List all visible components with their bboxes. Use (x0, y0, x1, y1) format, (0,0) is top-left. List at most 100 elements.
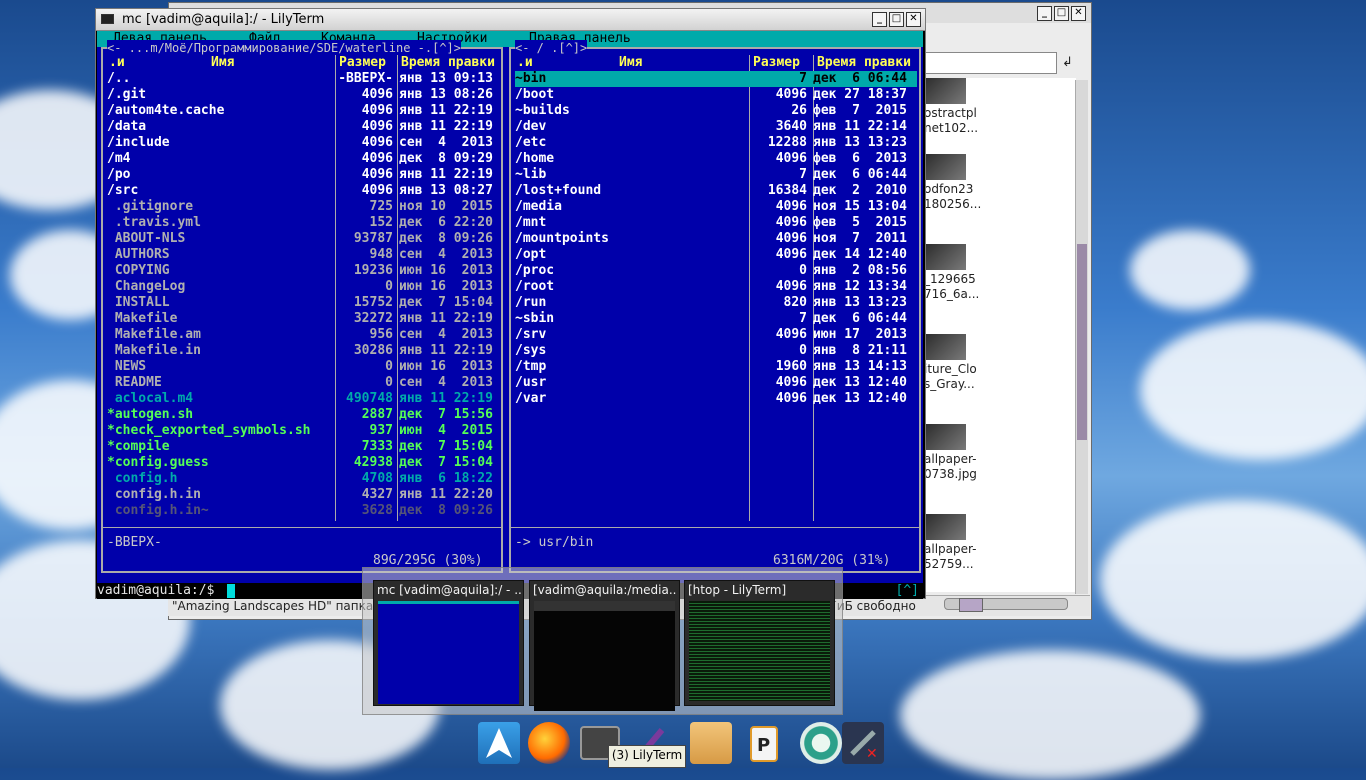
file-row[interactable]: COPYING 19236 июн 16 2013 (107, 263, 503, 279)
file-row[interactable]: /boot 4096 дек 27 18:37 (515, 87, 917, 103)
left-panel[interactable]: <- ...m/Моё/Программирование/SDE/waterli… (101, 40, 503, 573)
file-row[interactable]: /data 4096 янв 11 22:19 (107, 119, 503, 135)
file-row[interactable]: /po 4096 янв 11 22:19 (107, 167, 503, 183)
file-row[interactable]: .gitignore 725 ноя 10 2015 (107, 199, 503, 215)
file-row[interactable]: /mnt 4096 фев 5 2015 (515, 215, 917, 231)
close-button[interactable]: ✕ (1071, 6, 1086, 21)
terminal-window[interactable]: mc [vadim@aquila]:/ - LilyTerm _ □ ✕ Лев… (95, 8, 926, 599)
file-row[interactable]: aclocal.m4 490748 янв 11 22:19 (107, 391, 503, 407)
file-row[interactable]: /etc 12288 янв 13 13:23 (515, 135, 917, 151)
file-row[interactable]: /proc 0 янв 2 08:56 (515, 263, 917, 279)
file-row[interactable]: /home 4096 фев 6 2013 (515, 151, 917, 167)
file-row[interactable]: AUTHORS 948 сен 4 2013 (107, 247, 503, 263)
window-switcher[interactable]: mc [vadim@aquila]:/ - ... [vadim@aquila:… (362, 567, 843, 715)
file-row[interactable]: ~lib 7 дек 6 06:44 (515, 167, 917, 183)
file-row[interactable]: config.h.in 4327 янв 11 22:20 (107, 487, 503, 503)
file-item[interactable]: odfon23 180256... (924, 154, 1074, 212)
minimize-button[interactable]: _ (1037, 6, 1052, 21)
file-row-selected[interactable]: ~bin 7 дек 6 06:44 (515, 71, 917, 87)
file-row[interactable]: .travis.yml 152 дек 6 22:20 (107, 215, 503, 231)
file-row[interactable]: /mountpoints 4096 ноя 7 2011 (515, 231, 917, 247)
file-row[interactable]: /m4 4096 дек 8 09:29 (107, 151, 503, 167)
col-name-header[interactable]: Имя (619, 55, 642, 71)
file-row[interactable]: NEWS 0 июн 16 2013 (107, 359, 503, 375)
folder-icon[interactable] (690, 722, 732, 764)
left-panel-path[interactable]: <- ...m/Моё/Программирование/SDE/waterli… (107, 40, 462, 56)
file-item[interactable]: _129665 716_6a... (924, 244, 1074, 302)
file-row[interactable]: /opt 4096 дек 14 12:40 (515, 247, 917, 263)
file-row[interactable]: ~sbin 7 дек 6 06:44 (515, 311, 917, 327)
file-row[interactable]: /root 4096 янв 12 13:34 (515, 279, 917, 295)
file-row[interactable]: config.h 4708 янв 6 18:22 (107, 471, 503, 487)
file-row[interactable]: /media 4096 ноя 15 13:04 (515, 199, 917, 215)
file-row[interactable]: ABOUT-NLS 93787 дек 8 09:26 (107, 231, 503, 247)
scrollbar-thumb[interactable] (1077, 244, 1087, 440)
file-row[interactable]: /tmp 1960 янв 13 14:13 (515, 359, 917, 375)
arch-launcher-icon[interactable] (478, 722, 520, 764)
file-name: /boot (515, 87, 555, 102)
terminal-titlebar[interactable]: mc [vadim@aquila]:/ - LilyTerm _ □ ✕ (96, 9, 925, 31)
switcher-window-mc[interactable]: mc [vadim@aquila]:/ - ... (373, 580, 524, 706)
file-row[interactable]: /run 820 янв 13 13:23 (515, 295, 917, 311)
col-size-header[interactable]: Размер (753, 55, 800, 71)
file-row[interactable]: Makefile 32272 янв 11 22:19 (107, 311, 503, 327)
settings-icon[interactable] (800, 722, 842, 764)
file-row[interactable]: config.h.in~ 3628 дек 8 09:26 (107, 503, 503, 519)
file-mtime: янв 13 13:23 (813, 295, 907, 310)
file-row[interactable]: *autogen.sh 2887 дек 7 15:56 (107, 407, 503, 423)
col-name-header[interactable]: Имя (211, 55, 234, 71)
file-item[interactable]: iture_Clo s_Gray... (924, 334, 1074, 392)
firefox-icon[interactable] (528, 722, 570, 764)
go-icon[interactable]: ↲ (1062, 55, 1073, 70)
file-row[interactable]: /sys 0 янв 8 21:11 (515, 343, 917, 359)
file-name: /etc (515, 135, 547, 150)
file-icon-view[interactable]: ostractpl net102... odfon23 180256... _1… (924, 78, 1076, 592)
file-row[interactable]: Makefile.in 30286 янв 11 22:19 (107, 343, 503, 359)
file-row[interactable]: /autom4te.cache 4096 янв 11 22:19 (107, 103, 503, 119)
col-time-header[interactable]: Время правки (401, 55, 495, 71)
file-row[interactable]: ~builds 26 фев 7 2015 (515, 103, 917, 119)
file-size: 956 (369, 327, 393, 342)
file-item[interactable]: allpaper- 52759... (924, 514, 1074, 572)
file-name: /run (515, 295, 547, 310)
file-row[interactable]: *config.guess 42938 дек 7 15:04 (107, 455, 503, 471)
file-row[interactable]: /dev 3640 янв 11 22:14 (515, 119, 917, 135)
file-row[interactable]: /usr 4096 дек 13 12:40 (515, 375, 917, 391)
scrollbar[interactable] (1075, 80, 1088, 594)
zoom-slider[interactable] (944, 598, 1068, 612)
file-row[interactable]: /srv 4096 июн 17 2013 (515, 327, 917, 343)
slider-handle[interactable] (959, 598, 983, 612)
file-row[interactable]: /var 4096 дек 13 12:40 (515, 391, 917, 407)
file-row[interactable]: INSTALL 15752 дек 7 15:04 (107, 295, 503, 311)
midnight-commander[interactable]: Левая панель Файл Команда Настройки Прав… (97, 31, 923, 599)
file-row[interactable]: /src 4096 янв 13 08:27 (107, 183, 503, 199)
right-panel[interactable]: <- / .[^]> .и Имя Размер Время правки ~b… (509, 40, 921, 573)
minimize-button[interactable]: _ (872, 12, 887, 27)
file-row[interactable]: ChangeLog 0 июн 16 2013 (107, 279, 503, 295)
switcher-window-htop[interactable]: [htop - LilyTerm] (684, 580, 835, 706)
file-row[interactable]: *check_exported_symbols.sh 937 июн 4 2015 (107, 423, 503, 439)
file-item[interactable]: ostractpl net102... (924, 78, 1074, 136)
file-row[interactable]: /.. -ВВЕРХ-янв 13 09:13 (107, 71, 503, 87)
file-row[interactable]: *compile 7333 дек 7 15:04 (107, 439, 503, 455)
file-row[interactable]: Makefile.am 956 сен 4 2013 (107, 327, 503, 343)
network-disconnected-icon[interactable]: ✕ (842, 722, 884, 764)
file-name: /sys (515, 343, 547, 358)
switcher-window-media[interactable]: [vadim@aquila:/media... (529, 580, 680, 711)
col-time-header[interactable]: Время правки (817, 55, 911, 71)
col-size-header[interactable]: Размер (339, 55, 386, 71)
maximize-button[interactable]: □ (1054, 6, 1069, 21)
thumbnail (924, 514, 966, 540)
switcher-title: mc [vadim@aquila]:/ - ... (377, 583, 521, 597)
file-name: /m4 (107, 151, 131, 166)
file-item[interactable]: allpaper- 0738.jpg (924, 424, 1074, 482)
file-row[interactable]: /.git 4096 янв 13 08:26 (107, 87, 503, 103)
file-row[interactable]: /include 4096 сен 4 2013 (107, 135, 503, 151)
clipboard-icon[interactable]: P (750, 726, 778, 762)
close-button[interactable]: ✕ (906, 12, 921, 27)
right-panel-path[interactable]: <- / .[^]> (515, 40, 588, 56)
dock-tooltip: (3) LilyTerm (608, 745, 686, 768)
maximize-button[interactable]: □ (889, 12, 904, 27)
file-row[interactable]: /lost+found 16384 дек 2 2010 (515, 183, 917, 199)
file-row[interactable]: README 0 сен 4 2013 (107, 375, 503, 391)
